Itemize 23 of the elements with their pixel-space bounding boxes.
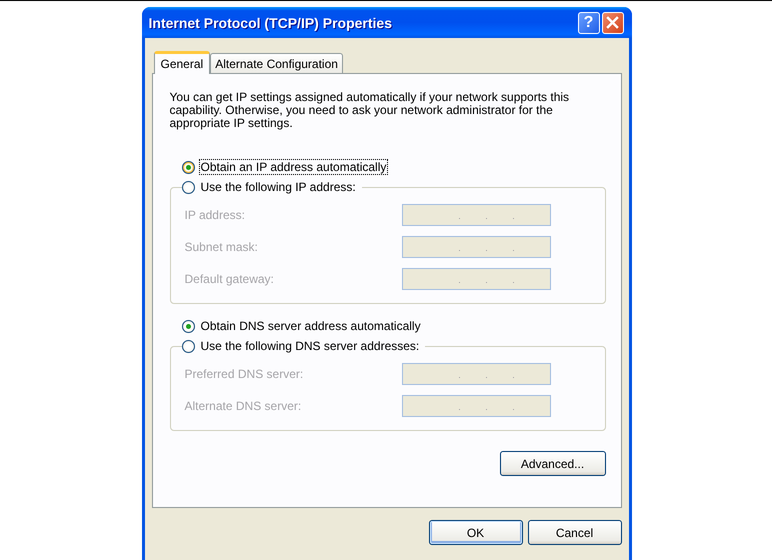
description-text: You can get IP settings assigned automatically if your network supports this capability. Otherwise, you need to ask your network administrator for the appropriate IP settings. bbox=[170, 91, 570, 130]
help-button[interactable]: ? bbox=[578, 12, 600, 34]
radio-button[interactable] bbox=[182, 180, 194, 194]
field-label: Preferred DNS server: bbox=[184, 367, 304, 381]
radio-button[interactable] bbox=[182, 320, 194, 332]
radio-label[interactable]: Use the following IP address: bbox=[198, 179, 358, 195]
ok-button[interactable]: OK bbox=[428, 520, 522, 545]
field-label: Alternate DNS server: bbox=[184, 399, 302, 413]
radio-label[interactable]: Use the following DNS server addresses: bbox=[198, 338, 422, 354]
field-label: Default gateway: bbox=[184, 272, 274, 286]
close-icon bbox=[606, 16, 619, 29]
radio-label[interactable]: Obtain DNS server address automatically bbox=[198, 318, 423, 334]
window-title: Internet Protocol (TCP/IP) Properties bbox=[148, 14, 392, 30]
close-button[interactable] bbox=[602, 12, 624, 34]
cancel-button[interactable]: Cancel bbox=[528, 520, 622, 545]
radio-button[interactable] bbox=[182, 340, 194, 352]
radio-button[interactable] bbox=[182, 160, 194, 174]
radio-label[interactable]: Obtain an IP address automatically bbox=[198, 159, 388, 175]
tab[interactable]: General bbox=[154, 51, 210, 74]
advanced-button[interactable]: Advanced... bbox=[500, 451, 606, 476]
field-label: Subnet mask: bbox=[184, 240, 258, 254]
tab[interactable]: Alternate Configuration bbox=[210, 53, 343, 73]
field-label: IP address: bbox=[184, 208, 245, 222]
